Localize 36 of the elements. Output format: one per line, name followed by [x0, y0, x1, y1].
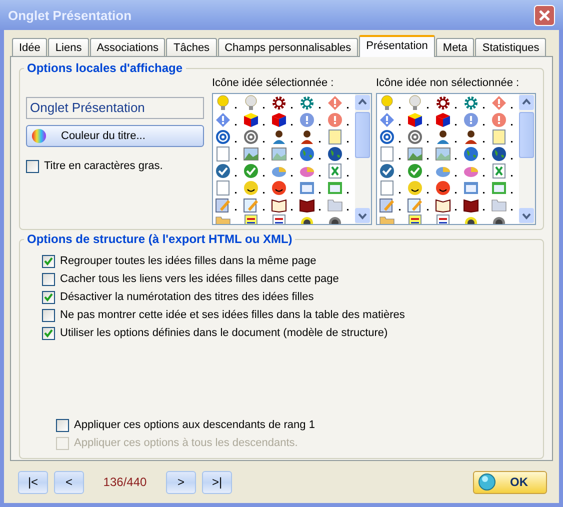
tab[interactable]: Tâches	[166, 38, 217, 56]
checkbox-label: Ne pas montrer cette idée et ses idées filles dans la table des matières	[60, 309, 405, 321]
checkbox-label: Appliquer ces options à tous les descendants.	[74, 437, 298, 449]
checkbox-option[interactable]: Utiliser les options définies dans le document (modèle de structure)	[42, 324, 537, 342]
tab[interactable]: Champs personnalisables	[218, 38, 358, 56]
navigation-button[interactable]: <	[54, 470, 84, 494]
checkbox-label: Regrouper toutes les idées filles dans la même page	[60, 255, 316, 267]
checkbox-option[interactable]: Titre en caractères gras.	[26, 157, 204, 175]
title-color-button[interactable]: Couleur du titre...	[26, 125, 204, 147]
tab[interactable]: Présentation	[359, 35, 435, 57]
checkbox-option[interactable]: Regrouper toutes les idées filles dans la même page	[42, 252, 537, 270]
navigation-button[interactable]: >	[166, 470, 196, 494]
checkbox-label: Désactiver la numérotation des titres des idées filles	[60, 291, 314, 303]
navigation-button[interactable]: >|	[202, 470, 232, 494]
record-counter: 136/440	[102, 475, 148, 489]
checkbox-label: Cacher tous les liens vers les idées filles dans cette page	[60, 273, 339, 285]
checkbox-label: Appliquer ces options aux descendants de rang 1	[74, 419, 315, 431]
checkbox-label: Utiliser les options définies dans le document (modèle de structure)	[60, 327, 388, 339]
tab[interactable]: Meta	[436, 38, 474, 56]
ok-button[interactable]: OK	[473, 470, 547, 494]
tab[interactable]: Idée	[12, 38, 48, 56]
group-heading: Options de structure (à l'export HTML ou XML)	[26, 232, 294, 246]
checkbox-option[interactable]: Désactiver la numérotation des titres des idées filles	[42, 288, 537, 306]
title-field[interactable]: Onglet Présentation	[26, 97, 204, 119]
checkbox-option[interactable]: Ne pas montrer cette idée et ses idées filles dans la table des matières	[42, 306, 537, 324]
tab[interactable]: Statistiques	[475, 38, 546, 56]
navigation-button[interactable]: |<	[18, 470, 48, 494]
group-heading: Options locales d'affichage	[26, 61, 184, 75]
window-title: Onglet Présentation	[8, 8, 133, 22]
icon-list-label: Icône idée non sélectionnée :	[376, 77, 520, 89]
checkbox-label: Titre en caractères gras.	[44, 160, 163, 172]
checkbox-option[interactable]: Appliquer ces options aux descendants de rang 1	[56, 416, 537, 434]
tab[interactable]: Associations	[90, 38, 166, 56]
icon-list-label: Icône idée sélectionnée :	[212, 77, 335, 89]
tab[interactable]: Liens	[48, 38, 89, 56]
checkbox-option[interactable]: Cacher tous les liens vers les idées filles dans cette page	[42, 270, 537, 288]
